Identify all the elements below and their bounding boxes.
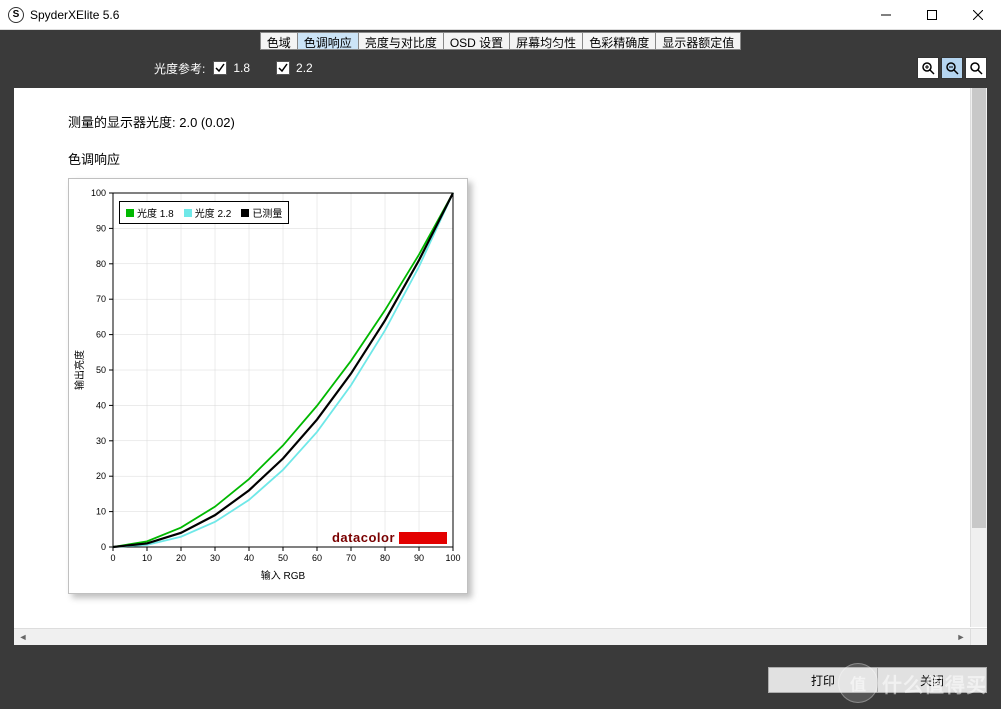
svg-text:70: 70 xyxy=(96,294,106,304)
checkbox-gamma-22-label: 2.2 xyxy=(296,61,313,75)
tab-monitor-rating[interactable]: 显示器额定值 xyxy=(656,33,740,49)
scrollbar-corner xyxy=(970,628,987,645)
zoom-fit-button[interactable] xyxy=(965,57,987,79)
svg-text:70: 70 xyxy=(346,553,356,563)
scroll-right-icon[interactable]: ► xyxy=(954,632,968,642)
svg-text:60: 60 xyxy=(312,553,322,563)
close-button[interactable] xyxy=(955,0,1001,30)
tab-brightness-contrast[interactable]: 亮度与对比度 xyxy=(359,33,444,49)
datacolor-brand: datacolor xyxy=(332,530,447,545)
controls-row: 光度参考: 1.8 2.2 xyxy=(0,50,1001,86)
tone-response-chart: 0 10 20 30 40 50 60 70 80 90 100 0 10 20 30 40 50 60 70 80 9… xyxy=(68,178,468,594)
svg-text:60: 60 xyxy=(96,330,106,340)
tab-tone-response[interactable]: 色调响应 xyxy=(298,33,359,49)
svg-text:30: 30 xyxy=(210,553,220,563)
chart-section-title: 色调响应 xyxy=(68,149,933,168)
chart-legend: 光度 1.8 光度 2.2 已测量 xyxy=(119,201,289,224)
svg-text:80: 80 xyxy=(96,259,106,269)
svg-text:30: 30 xyxy=(96,436,106,446)
svg-text:80: 80 xyxy=(380,553,390,563)
svg-text:输入 RGB: 输入 RGB xyxy=(261,569,306,582)
legend-gamma-18: 光度 1.8 xyxy=(137,205,174,220)
checkbox-gamma-18-label: 1.8 xyxy=(233,61,250,75)
brand-text: datacolor xyxy=(332,530,395,545)
svg-text:50: 50 xyxy=(96,365,106,375)
zoom-in-button[interactable] xyxy=(917,57,939,79)
svg-text:100: 100 xyxy=(445,553,460,563)
svg-text:0: 0 xyxy=(110,553,115,563)
maximize-button[interactable] xyxy=(909,0,955,30)
app-icon: S xyxy=(8,7,24,23)
vertical-scrollbar[interactable] xyxy=(970,88,987,627)
legend-measured: 已测量 xyxy=(252,205,282,220)
svg-text:10: 10 xyxy=(142,553,152,563)
tab-gamut[interactable]: 色域 xyxy=(261,33,298,49)
svg-text:50: 50 xyxy=(278,553,288,563)
tabs: 色域 色调响应 亮度与对比度 OSD 设置 屏幕均匀性 色彩精确度 显示器额定值 xyxy=(260,32,741,50)
scrollbar-thumb[interactable] xyxy=(972,88,986,528)
svg-text:90: 90 xyxy=(414,553,424,563)
measured-gamma-label: 测量的显示器光度: 2.0 (0.02) xyxy=(68,112,933,131)
print-button[interactable]: 打印 xyxy=(768,667,878,693)
svg-text:输出亮度: 输出亮度 xyxy=(73,350,86,390)
horizontal-scrollbar[interactable]: ◄► xyxy=(14,628,970,645)
tabs-row: 色域 色调响应 亮度与对比度 OSD 设置 屏幕均匀性 色彩精确度 显示器额定值 xyxy=(0,30,1001,50)
svg-text:0: 0 xyxy=(101,542,106,552)
content-panel: 测量的显示器光度: 2.0 (0.02) 色调响应 0 10 20 30 40 50 60 7… xyxy=(14,88,987,645)
brand-bar-icon xyxy=(399,532,447,544)
svg-text:20: 20 xyxy=(176,553,186,563)
gamma-reference-label: 光度参考: xyxy=(154,60,205,77)
tab-osd-settings[interactable]: OSD 设置 xyxy=(444,33,510,49)
minimize-button[interactable] xyxy=(863,0,909,30)
tab-color-accuracy[interactable]: 色彩精确度 xyxy=(583,33,656,49)
svg-text:10: 10 xyxy=(96,507,106,517)
app-title: SpyderXElite 5.6 xyxy=(30,8,863,22)
main-panel: 色域 色调响应 亮度与对比度 OSD 设置 屏幕均匀性 色彩精确度 显示器额定值… xyxy=(0,30,1001,709)
close-page-button[interactable]: 关闭 xyxy=(877,667,987,693)
svg-text:20: 20 xyxy=(96,471,106,481)
svg-text:90: 90 xyxy=(96,223,106,233)
svg-text:100: 100 xyxy=(91,188,106,198)
svg-text:40: 40 xyxy=(244,553,254,563)
title-bar: S SpyderXElite 5.6 xyxy=(0,0,1001,30)
zoom-out-button[interactable] xyxy=(941,57,963,79)
tab-uniformity[interactable]: 屏幕均匀性 xyxy=(510,33,583,49)
svg-text:40: 40 xyxy=(96,400,106,410)
scroll-left-icon[interactable]: ◄ xyxy=(16,632,30,642)
footer: 打印 关闭 xyxy=(768,667,987,693)
legend-gamma-22: 光度 2.2 xyxy=(195,205,232,220)
checkbox-gamma-22[interactable] xyxy=(276,61,290,75)
checkbox-gamma-18[interactable] xyxy=(213,61,227,75)
